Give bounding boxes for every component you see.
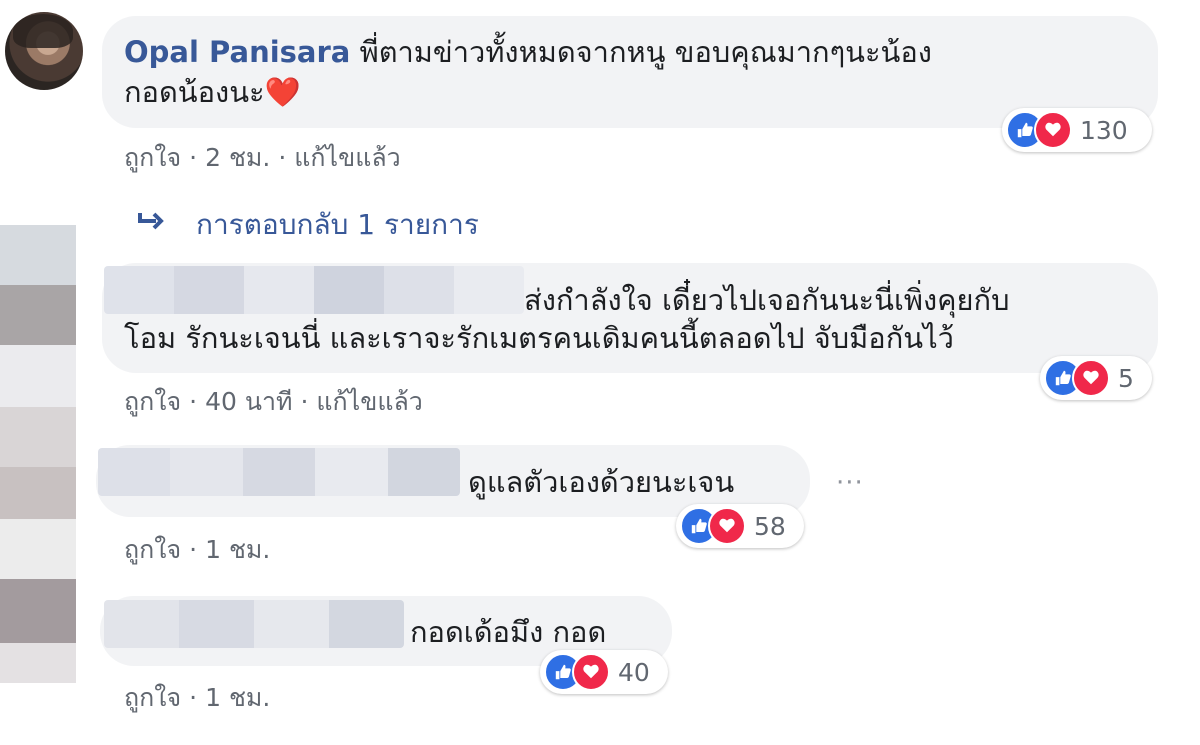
heart-icon <box>708 507 746 545</box>
like-link[interactable]: ถูกใจ <box>124 143 181 172</box>
reactions-summary[interactable]: 5 <box>1040 356 1152 400</box>
reactions-summary[interactable]: 40 <box>540 650 668 694</box>
reactions-summary[interactable]: 130 <box>1002 108 1152 152</box>
comment-author[interactable]: Opal Panisara <box>124 35 350 69</box>
replies-link-label[interactable]: การตอบกลับ 1 รายการ <box>196 203 479 247</box>
reaction-count: 130 <box>1080 115 1128 145</box>
heart-icon <box>1072 359 1110 397</box>
blurred-author-name <box>104 600 404 648</box>
edited-label[interactable]: แก้ไขแล้ว <box>294 143 400 172</box>
comment-text-line: กอดเด้อมึง กอด <box>410 615 607 649</box>
comment-text-line: ส่งกำลังใจ เดี๋ยวไปเจอกันนะนี่เพิ่งคุยกั… <box>524 283 1010 317</box>
comment-text: Opal Panisara พี่ตามข่าวทั้งหมดจากหนู ขอ… <box>124 32 1134 112</box>
reaction-count: 5 <box>1118 363 1134 393</box>
comment-text-line: ดูแลตัวเองด้วยนะเจน <box>468 465 735 499</box>
timestamp[interactable]: 1 ชม. <box>205 683 270 712</box>
reactions-summary[interactable]: 58 <box>676 504 804 548</box>
more-options-button[interactable]: ··· <box>836 468 864 498</box>
timestamp[interactable]: 1 ชม. <box>205 535 270 564</box>
heart-icon <box>572 653 610 691</box>
comment-text-line: พี่ตามข่าวทั้งหมดจากหนู ขอบคุณมากๆนะน้อง <box>359 35 932 69</box>
reaction-count: 58 <box>754 511 786 541</box>
like-link[interactable]: ถูกใจ <box>124 683 181 712</box>
comment-meta: ถูกใจ · 2 ชม. · แก้ไขแล้ว <box>124 143 401 172</box>
reply-arrow-icon <box>136 208 166 243</box>
comment-text-line: โอม รักนะเจนนี่ และเราจะรักเมตรคนเดิมคนน… <box>124 321 954 355</box>
blurred-avatar-strip <box>0 225 76 715</box>
comment-meta: ถูกใจ · 1 ชม. <box>124 535 271 564</box>
edited-label[interactable]: แก้ไขแล้ว <box>316 387 422 416</box>
blurred-author-name <box>98 448 460 496</box>
like-link[interactable]: ถูกใจ <box>124 535 181 564</box>
avatar[interactable] <box>5 12 83 90</box>
timestamp[interactable]: 2 ชม. <box>205 143 270 172</box>
like-link[interactable]: ถูกใจ <box>124 387 181 416</box>
reaction-count: 40 <box>618 657 650 687</box>
timestamp[interactable]: 40 นาที <box>205 387 292 416</box>
comment-text-line: กอดน้องนะ❤️ <box>124 75 301 109</box>
heart-icon <box>1034 111 1072 149</box>
comment-meta: ถูกใจ · 40 นาที · แก้ไขแล้ว <box>124 387 423 416</box>
comment-meta: ถูกใจ · 1 ชม. <box>124 683 271 712</box>
view-replies[interactable]: การตอบกลับ 1 รายการ <box>136 203 479 247</box>
blurred-author-name <box>104 266 524 314</box>
